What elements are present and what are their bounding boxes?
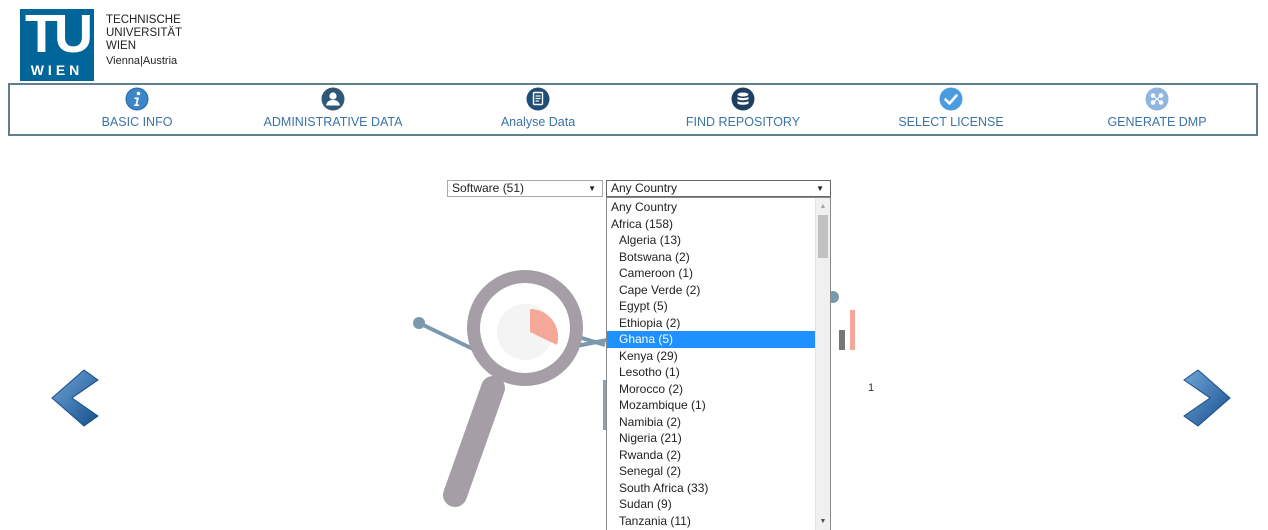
chevron-down-icon: ▼ — [588, 184, 596, 193]
nav-administrative-data[interactable]: ADMINISTRATIVE DATA — [243, 87, 423, 135]
chevron-left-icon[interactable] — [50, 368, 104, 428]
scroll-down-icon[interactable]: ▼ — [816, 515, 830, 529]
country-option[interactable]: Nigeria (21) — [607, 430, 816, 447]
connector-node — [413, 317, 425, 329]
country-option[interactable]: Cape Verde (2) — [607, 282, 816, 299]
logo-text: TECHNISCHE UNIVERSITÄT WIEN Vienna|Austr… — [106, 14, 206, 68]
logo-line-1: TECHNISCHE — [106, 14, 181, 26]
logo-line-2: UNIVERSITÄT — [106, 27, 183, 39]
country-option[interactable]: Lesotho (1) — [607, 364, 816, 381]
country-option[interactable]: South Africa (33) — [607, 480, 816, 497]
country-option[interactable]: Algeria (13) — [607, 232, 816, 249]
country-option[interactable]: Morocco (2) — [607, 381, 816, 398]
database-icon — [731, 87, 755, 111]
scroll-up-icon[interactable]: ▲ — [816, 200, 830, 214]
mini-bar — [839, 330, 845, 350]
country-option[interactable]: Rwanda (2) — [607, 447, 816, 464]
country-option[interactable]: Senegal (2) — [607, 463, 816, 480]
category-select[interactable]: Software (51) ▼ — [447, 180, 603, 197]
nav-basic-info[interactable]: BASIC INFO — [47, 87, 227, 135]
nav-find-repository[interactable]: FIND REPOSITORY — [653, 87, 833, 135]
nav-analyse-data[interactable]: Analyse Data — [448, 87, 628, 135]
magnifier-handle — [443, 376, 505, 507]
tu-wien-logo[interactable]: TU WIEN TECHNISCHE UNIVERSITÄT WIEN Vien… — [20, 4, 200, 81]
mini-bar — [850, 310, 855, 350]
country-option[interactable]: Any Country — [607, 199, 816, 216]
logo-line-4: Vienna|Austria — [106, 55, 178, 67]
country-select[interactable]: Any Country ▼ — [606, 180, 831, 197]
country-options: Any Country Africa (158) Algeria (13) Botsw… — [607, 199, 816, 529]
country-option[interactable]: Sudan (9) — [607, 496, 816, 513]
country-option[interactable]: Mozambique (1) — [607, 397, 816, 414]
country-option[interactable]: Africa (158) — [607, 216, 816, 233]
nav-label-find-repository: FIND REPOSITORY — [685, 115, 801, 129]
nav-generate-dmp[interactable]: GENERATE DMP — [1067, 87, 1247, 135]
nav-label-basic-info: BASIC INFO — [101, 115, 173, 129]
nav-label-analyse-data: Analyse Data — [500, 115, 576, 129]
country-option[interactable]: Ethiopia (2) — [607, 315, 816, 332]
country-dropdown-list[interactable]: Any Country Africa (158) Algeria (13) Botsw… — [606, 197, 831, 530]
scroll-thumb[interactable] — [818, 215, 828, 258]
info-icon — [125, 87, 149, 111]
country-option[interactable]: Cameroon (1) — [607, 265, 816, 282]
country-option[interactable]: Namibia (2) — [607, 414, 816, 431]
nav-select-license[interactable]: SELECT LICENSE — [861, 87, 1041, 135]
user-icon — [321, 87, 345, 111]
page-number: 1 — [868, 382, 875, 394]
document-icon — [526, 87, 550, 111]
wizard-nav: BASIC INFO ADMINISTRATIVE DATA Analyse D… — [8, 83, 1258, 136]
dropdown-scrollbar[interactable]: ▲ ▼ — [815, 198, 830, 530]
chevron-down-icon: ▼ — [816, 184, 824, 193]
logo-mark-sub: WIEN — [30, 62, 84, 78]
country-option[interactable]: Egypt (5) — [607, 298, 816, 315]
country-option[interactable]: Tanzania (11) — [607, 513, 816, 530]
country-option[interactable]: Ghana (5) — [607, 331, 816, 348]
logo-mark-letters: TU — [25, 4, 93, 64]
checkmark-icon — [939, 87, 963, 111]
nav-label-generate-dmp: GENERATE DMP — [1107, 115, 1207, 129]
country-option[interactable]: Botswana (2) — [607, 249, 816, 266]
network-icon — [1145, 87, 1169, 111]
logo-mark: TU WIEN — [20, 4, 94, 81]
country-select-value: Any Country — [611, 181, 678, 195]
category-select-value: Software (51) — [452, 181, 525, 195]
country-option[interactable]: Kenya (29) — [607, 348, 816, 365]
chevron-right-icon[interactable] — [1178, 368, 1232, 428]
logo-line-3: WIEN — [106, 40, 137, 52]
nav-label-select-license: SELECT LICENSE — [898, 115, 1004, 129]
nav-label-administrative-data: ADMINISTRATIVE DATA — [263, 115, 403, 129]
